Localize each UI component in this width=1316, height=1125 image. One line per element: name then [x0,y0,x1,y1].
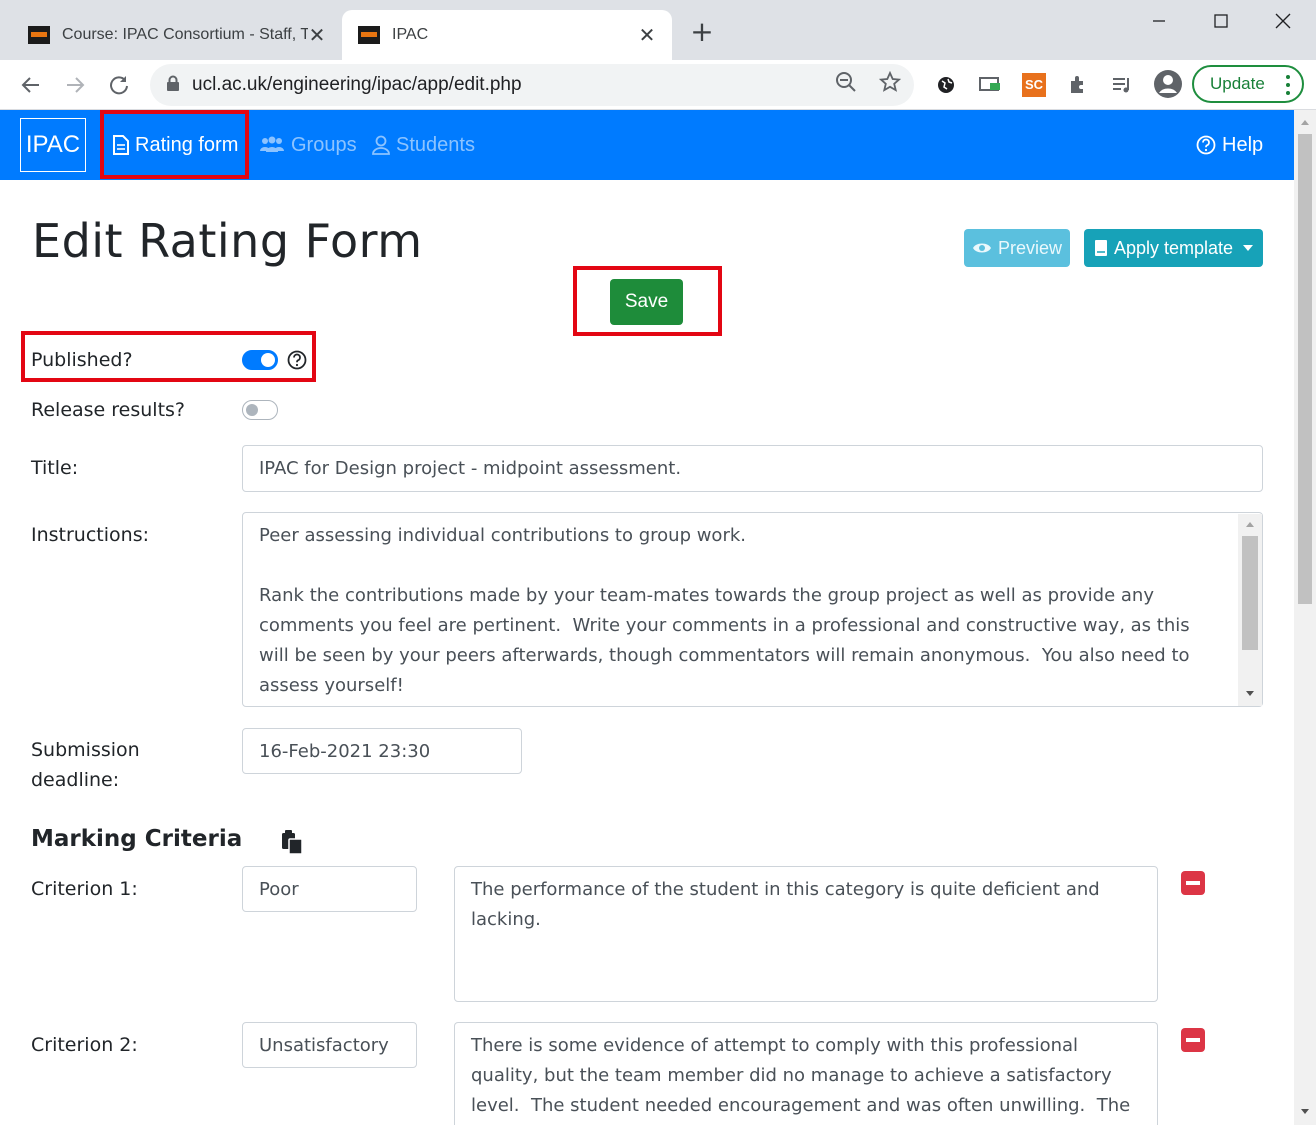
published-highlight [21,331,316,382]
address-bar[interactable]: ucl.ac.uk/engineering/ipac/app/edit.php [150,64,914,106]
back-arrow-icon[interactable] [16,70,46,100]
instructions-textarea[interactable]: Peer assessing individual contributions … [242,512,1263,707]
release-results-label: Release results? [31,399,186,421]
nav-link-label: Help [1222,133,1264,156]
maximize-window-icon[interactable] [1198,6,1244,36]
update-label: Update [1210,74,1265,93]
close-tab-icon[interactable]: ✕ [308,23,326,48]
minimize-window-icon[interactable] [1136,6,1182,36]
scroll-thumb[interactable] [1298,134,1312,604]
page-scrollbar[interactable] [1294,110,1316,1125]
nav-students[interactable]: Students [372,130,475,160]
nav-link-label: Students [396,133,475,156]
browser-tab-course[interactable]: Course: IPAC Consortium - Staff, T ✕ [12,10,342,60]
sc-extension-icon[interactable]: SC [1022,73,1046,97]
release-results-toggle[interactable] [242,400,278,420]
new-tab-icon[interactable]: + [688,18,716,46]
nav-help[interactable]: Help [1196,130,1263,160]
paste-icon[interactable] [281,830,303,855]
instructions-scrollbar[interactable] [1238,514,1262,706]
tab-title: IPAC [392,26,429,43]
lock-icon [166,75,180,95]
remove-criterion-1-icon[interactable] [1181,871,1205,895]
apply-template-button[interactable]: Apply template [1084,229,1263,267]
url-text: ucl.ac.uk/engineering/ipac/app/edit.php [192,74,522,95]
save-highlight [573,266,722,336]
preview-button[interactable]: Preview [964,229,1070,267]
nav-link-label: Groups [291,133,357,156]
marking-criteria-heading: Marking Criteria [31,826,243,852]
close-tab-icon[interactable]: ✕ [638,23,656,48]
tab-title: Course: IPAC Consortium - Staff, T [62,26,308,43]
browser-tab-ipac[interactable]: IPAC ✕ [342,10,672,60]
ucl-favicon-icon [28,26,50,44]
page-title: Edit Rating Form [32,214,423,268]
user-icon [372,135,390,155]
scroll-down-arrow-icon[interactable] [1299,1106,1311,1118]
reading-list-icon[interactable] [1110,73,1134,97]
criterion-1-label: Criterion 1: [31,878,138,900]
sc-badge: SC [1022,73,1046,97]
criterion-2-name-input[interactable]: Unsatisfactory [242,1022,417,1068]
bookmark-star-icon[interactable] [878,70,902,94]
rating-form-highlight [100,110,249,179]
users-icon [259,135,285,155]
eye-icon [972,241,992,255]
scroll-up-arrow-icon[interactable] [1245,520,1255,528]
criterion-2-label: Criterion 2: [31,1034,138,1056]
criterion-2-description[interactable]: There is some evidence of attempt to com… [454,1022,1158,1125]
extensions-puzzle-icon[interactable] [1066,73,1090,97]
scroll-down-arrow-icon[interactable] [1245,690,1255,698]
more-menu-icon[interactable] [1286,75,1290,99]
deadline-input[interactable]: 16-Feb-2021 23:30 [242,728,522,774]
forward-arrow-icon[interactable] [60,70,90,100]
close-window-icon[interactable] [1260,6,1306,36]
preview-label: Preview [997,237,1063,258]
book-icon [1094,239,1108,257]
chevron-down-icon [1243,245,1254,251]
criterion-1-description[interactable]: The performance of the student in this c… [454,866,1158,1002]
reload-icon[interactable] [104,70,134,100]
browser-update-button[interactable]: Update [1192,65,1304,103]
browser-tab-strip: Course: IPAC Consortium - Staff, T ✕ IPA… [0,0,1316,60]
scroll-up-arrow-icon[interactable] [1299,116,1311,128]
criterion-1-name-input[interactable]: Poor [242,866,417,912]
deadline-label-line2: deadline: [31,769,120,791]
title-label: Title: [31,457,79,479]
nav-groups[interactable]: Groups [259,130,357,160]
cast-extension-icon[interactable] [978,73,1002,97]
browser-toolbar: ucl.ac.uk/engineering/ipac/app/edit.php … [0,60,1316,110]
brand-logo[interactable]: IPAC [20,118,86,172]
scroll-thumb[interactable] [1242,536,1258,650]
remove-criterion-2-icon[interactable] [1181,1028,1205,1052]
profile-avatar-icon[interactable] [1152,68,1184,100]
zoom-icon[interactable] [834,70,858,94]
question-circle-icon [1196,135,1216,155]
title-input[interactable]: IPAC for Design project - midpoint asses… [242,445,1263,492]
instructions-label: Instructions: [31,524,149,546]
ucl-favicon-icon [358,26,380,44]
globe-extension-icon[interactable] [934,73,958,97]
apply-template-label: Apply template [1113,237,1234,258]
deadline-label-line1: Submission [31,739,140,761]
